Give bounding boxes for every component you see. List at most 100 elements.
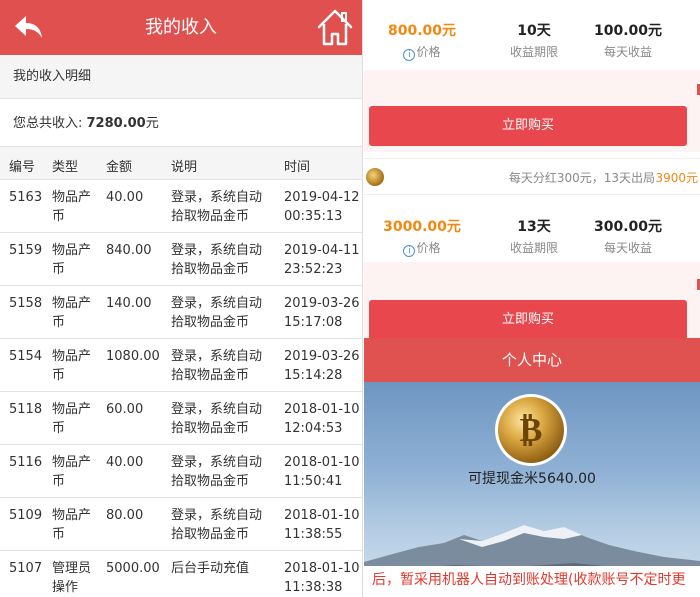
income-screen: 我的收入 我的收入明细 您总共收入: 7280.00元 编号 类型 金额 说明 … (0, 0, 363, 597)
row-time: 2018-01-10 12:04:53 (284, 402, 360, 436)
row-id: 5107 (9, 561, 43, 576)
row-amount: 840.00 (106, 243, 152, 258)
income-table: 5163 物品产币 40.00 登录，系统自动拾取物品金币 2019-04-12… (0, 180, 362, 597)
period-value: 10天 (517, 23, 551, 39)
row-id: 5163 (9, 190, 43, 205)
row-id: 5158 (9, 296, 43, 311)
notice-marquee: 后，暂采用机器人自动到账处理(收款账号不定时更 (364, 566, 700, 597)
row-id: 5116 (9, 455, 43, 470)
table-row: 5163 物品产币 40.00 登录，系统自动拾取物品金币 2019-04-12… (0, 180, 362, 233)
home-icon[interactable] (316, 7, 354, 47)
price-stat: 3000.00元 i 价格 (372, 216, 472, 257)
row-time: 2019-03-26 15:17:08 (284, 296, 360, 330)
row-amount: 5000.00 (106, 561, 160, 576)
buy-now-button[interactable]: 立即购买 (369, 106, 687, 146)
bitcoin-avatar: ₿ (498, 397, 564, 463)
avatar[interactable]: ₿ (495, 394, 567, 466)
row-id: 5109 (9, 508, 43, 523)
row-time: 2019-04-12 00:35:13 (284, 190, 360, 224)
row-type: 物品产币 (52, 455, 92, 489)
price-label: i 价格 (372, 239, 472, 257)
price-value: 800.00元 (387, 23, 457, 39)
row-desc: 后台手动充值 (171, 561, 250, 576)
page-title: 我的收入 (145, 17, 217, 38)
row-desc: 登录，系统自动拾取物品金币 (171, 508, 263, 542)
row-time: 2019-03-26 15:14:28 (284, 349, 360, 383)
row-id: 5154 (9, 349, 43, 364)
price-label: i 价格 (372, 43, 472, 61)
row-id: 5159 (9, 243, 43, 258)
table-row: 5107 管理员操作 5000.00 后台手动充值 2018-01-10 11:… (0, 551, 362, 597)
row-type: 物品产币 (52, 296, 92, 330)
row-time: 2018-01-10 11:38:55 (284, 508, 360, 542)
table-row: 5118 物品产币 60.00 登录，系统自动拾取物品金币 2018-01-10… (0, 392, 362, 445)
period-label: 收益期限 (509, 45, 558, 59)
table-row: 5154 物品产币 1080.00 登录，系统自动拾取物品金币 2019-03-… (0, 339, 362, 392)
row-desc: 登录，系统自动拾取物品金币 (171, 296, 263, 330)
price-value: 3000.00元 (383, 219, 461, 235)
row-desc: 登录，系统自动拾取物品金币 (171, 402, 263, 436)
row-amount: 140.00 (106, 296, 152, 311)
header-bar: 我的收入 (0, 0, 362, 55)
price-stat: 800.00元 i 价格 (372, 20, 472, 61)
daily-label: 每天收益 (603, 241, 652, 255)
daily-stat: 100.00元 每天收益 (578, 20, 678, 60)
row-id: 5118 (9, 402, 43, 417)
coin-icon (366, 168, 384, 186)
buy-now-button[interactable]: 立即购买 (369, 300, 687, 340)
daily-value: 100.00元 (593, 23, 663, 39)
period-value: 13天 (517, 219, 551, 235)
daily-label: 每天收益 (603, 45, 652, 59)
row-amount: 40.00 (106, 455, 144, 470)
row-type: 管理员操作 (52, 561, 92, 595)
products-screen: 800.00元 i 价格 10天 收益期限 100.00元 每天收益 立即购买 每… (364, 0, 700, 597)
product-stats: 800.00元 i 价格 10天 收益期限 100.00元 每天收益 (364, 20, 700, 65)
info-icon: i (403, 49, 416, 61)
product-desc: 每天分红300元，13天出局 (508, 171, 655, 185)
total-unit: 元 (145, 116, 159, 131)
period-label: 收益期限 (509, 241, 558, 255)
col-amount: 金额 (106, 160, 133, 175)
period-stat: 13天 收益期限 (484, 216, 584, 256)
section-title: 我的收入明细 (0, 55, 362, 99)
row-desc: 登录，系统自动拾取物品金币 (171, 243, 263, 277)
row-type: 物品产币 (52, 243, 92, 277)
col-time: 时间 (284, 160, 311, 175)
table-row: 5109 物品产币 80.00 登录，系统自动拾取物品金币 2018-01-10… (0, 498, 362, 551)
row-desc: 登录，系统自动拾取物品金币 (171, 455, 263, 489)
row-type: 物品产币 (52, 190, 92, 224)
row-type: 物品产币 (52, 349, 92, 383)
product-row[interactable]: 每天分红300元，13天出局 3900元 (364, 158, 700, 195)
profile-banner: ₿ 可提现金米5640.00 (364, 382, 700, 597)
row-amount: 1080.00 (106, 349, 160, 364)
info-icon: i (403, 245, 416, 257)
row-type: 物品产币 (52, 402, 92, 436)
personal-center-title: 个人中心 (364, 338, 700, 382)
product-price: 3900元 (655, 171, 698, 185)
daily-value: 300.00元 (593, 219, 663, 235)
product-stats: 3000.00元 i 价格 13天 收益期限 300.00元 每天收益 (364, 216, 700, 261)
table-row: 5159 物品产币 840.00 登录，系统自动拾取物品金币 2019-04-1… (0, 233, 362, 286)
row-time: 2018-01-10 11:38:38 (284, 561, 360, 595)
row-amount: 60.00 (106, 402, 144, 417)
notice-text: 后，暂采用机器人自动到账处理(收款账号不定时更 (372, 572, 686, 588)
col-id: 编号 (9, 160, 36, 175)
row-amount: 80.00 (106, 508, 144, 523)
table-row: 5158 物品产币 140.00 登录，系统自动拾取物品金币 2019-03-2… (0, 286, 362, 339)
total-label: 您总共收入: (13, 116, 87, 131)
table-header: 编号 类型 金额 说明 时间 (0, 147, 362, 180)
withdrawable-balance: 可提现金米5640.00 (468, 471, 596, 487)
row-type: 物品产币 (52, 508, 92, 542)
total-income: 您总共收入: 7280.00元 (0, 99, 362, 147)
col-type: 类型 (52, 160, 79, 175)
row-desc: 登录，系统自动拾取物品金币 (171, 349, 263, 383)
period-stat: 10天 收益期限 (484, 20, 584, 60)
daily-stat: 300.00元 每天收益 (578, 216, 678, 256)
row-time: 2019-04-11 23:52:23 (284, 243, 360, 277)
row-amount: 40.00 (106, 190, 144, 205)
row-desc: 登录，系统自动拾取物品金币 (171, 190, 263, 224)
col-desc: 说明 (171, 160, 198, 175)
total-value: 7280.00 (86, 116, 146, 131)
row-time: 2018-01-10 11:50:41 (284, 455, 360, 489)
table-row: 5116 物品产币 40.00 登录，系统自动拾取物品金币 2018-01-10… (0, 445, 362, 498)
